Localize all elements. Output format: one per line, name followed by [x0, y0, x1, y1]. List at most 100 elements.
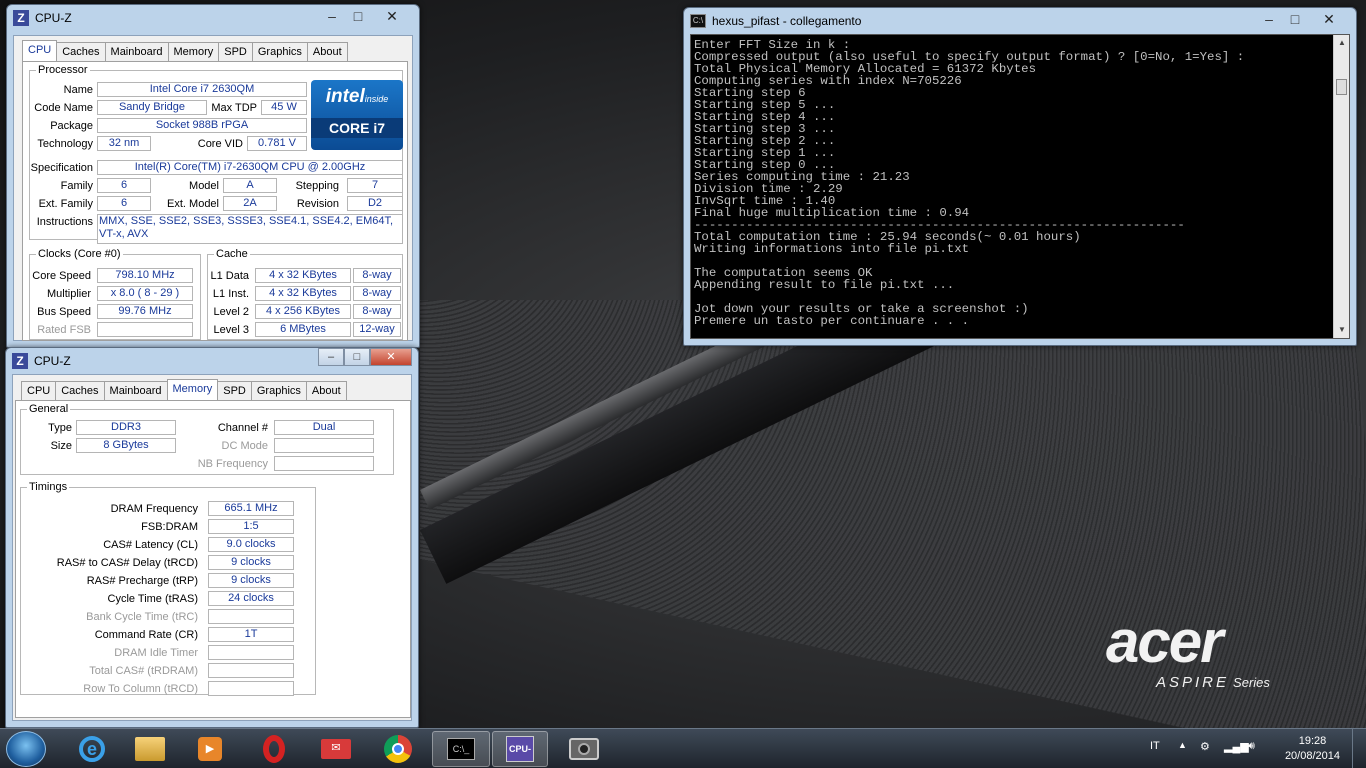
- minimize-button[interactable]: –: [318, 348, 344, 366]
- minimize-button[interactable]: –: [1256, 10, 1282, 28]
- media-player-icon[interactable]: ▶: [182, 731, 238, 767]
- language-indicator[interactable]: IT: [1150, 740, 1160, 752]
- l1inst-value: 4 x 32 KBytes: [255, 286, 351, 301]
- window-title: hexus_pifast - collegamento: [712, 14, 862, 28]
- minimize-button[interactable]: –: [319, 7, 345, 25]
- clock-date: 20/08/2014: [1284, 750, 1340, 762]
- stepping-label: Stepping: [295, 180, 339, 192]
- corevid-value: 0.781 V: [247, 136, 307, 151]
- chrome-icon[interactable]: [370, 731, 426, 767]
- cmd-taskbar-button[interactable]: C:\_: [432, 731, 490, 767]
- explorer-icon[interactable]: [122, 731, 178, 767]
- timing-label: DRAM Idle Timer: [114, 647, 198, 659]
- cpuz-taskbar-button[interactable]: CPU-Z: [492, 731, 548, 767]
- corespeed-value: 798.10 MHz: [97, 268, 193, 283]
- maxtdp-label: Max TDP: [211, 102, 257, 114]
- tab-cpu[interactable]: CPU: [21, 381, 57, 401]
- timing-label: Command Rate (CR): [94, 629, 198, 641]
- clock[interactable]: 19:28 20/08/2014: [1285, 734, 1340, 764]
- codename-value: Sandy Bridge: [97, 100, 207, 115]
- maximize-button[interactable]: □: [1282, 10, 1308, 28]
- l1data-assoc: 8-way: [353, 268, 401, 283]
- nbfreq-value: [274, 456, 374, 471]
- close-button[interactable]: ✕: [371, 7, 413, 25]
- scroll-down-icon[interactable]: ▼: [1334, 322, 1350, 338]
- console-window: C:\ hexus_pifast - collegamento – □ ✕ En…: [683, 7, 1357, 346]
- tab-about[interactable]: About: [306, 42, 348, 62]
- clock-time: 19:28: [1298, 735, 1327, 747]
- timing-label: DRAM Frequency: [110, 503, 198, 515]
- timing-value: 24 clocks: [208, 591, 294, 606]
- network-signal-icon[interactable]: ▂▄▆: [1224, 740, 1249, 753]
- model-label: Model: [189, 180, 219, 192]
- l1inst-assoc: 8-way: [353, 286, 401, 301]
- maximize-button[interactable]: □: [344, 348, 370, 366]
- tab-cpu[interactable]: CPU: [22, 40, 58, 62]
- scroll-thumb[interactable]: [1336, 79, 1347, 95]
- acer-logo: acer ASPIRE Series: [1106, 608, 1270, 692]
- extfamily-value: 6: [97, 196, 151, 211]
- close-button[interactable]: ✕: [1308, 10, 1350, 28]
- channel-label: Channel #: [217, 422, 268, 434]
- size-label: Size: [50, 440, 72, 452]
- camera-icon[interactable]: [556, 731, 612, 767]
- l1inst-label: L1 Inst.: [212, 288, 249, 300]
- tab-caches[interactable]: Caches: [55, 381, 105, 401]
- maxtdp-value: 45 W: [261, 100, 307, 115]
- volume-icon[interactable]: 🔊︎: [1248, 740, 1255, 753]
- nbfreq-label: NB Frequency: [197, 458, 268, 470]
- mail-icon[interactable]: ✉: [308, 731, 364, 767]
- tab-spd[interactable]: SPD: [218, 42, 253, 62]
- cpuz-icon: Z: [12, 353, 28, 369]
- timing-label: Cycle Time (tRAS): [107, 593, 198, 605]
- level2-assoc: 8-way: [353, 304, 401, 319]
- corevid-label: Core VID: [197, 138, 243, 150]
- type-value: DDR3: [76, 420, 176, 435]
- timing-label: FSB:DRAM: [141, 521, 198, 533]
- stepping-value: 7: [347, 178, 403, 193]
- intel-core-i7-logo: intelinside CORE i7: [311, 80, 403, 150]
- device-tray-icon[interactable]: ⚙: [1200, 740, 1210, 753]
- busspeed-label: Bus Speed: [37, 306, 91, 318]
- cpuz-cpu-window: Z CPU-Z – □ ✕ CPU Caches Mainboard Memor…: [6, 4, 420, 348]
- show-hidden-icons-icon[interactable]: ▲: [1178, 740, 1187, 750]
- tab-caches[interactable]: Caches: [56, 42, 106, 62]
- extmodel-value: 2A: [223, 196, 277, 211]
- maximize-button[interactable]: □: [345, 7, 371, 25]
- level3-assoc: 12-way: [353, 322, 401, 337]
- tab-graphics[interactable]: Graphics: [251, 42, 308, 62]
- family-label: Family: [60, 180, 93, 192]
- level2-value: 4 x 256 KBytes: [255, 304, 351, 319]
- timing-value: [208, 609, 294, 624]
- tab-mainboard[interactable]: Mainboard: [104, 42, 169, 62]
- vertical-scrollbar[interactable]: ▲ ▼: [1333, 35, 1349, 338]
- instructions-value: MMX, SSE, SSE2, SSE3, SSSE3, SSE4.1, SSE…: [97, 214, 403, 244]
- internet-explorer-icon[interactable]: e: [64, 731, 120, 767]
- scroll-up-icon[interactable]: ▲: [1334, 35, 1350, 51]
- tab-mainboard[interactable]: Mainboard: [103, 381, 168, 401]
- timing-value: 9 clocks: [208, 573, 294, 588]
- opera-icon[interactable]: [246, 731, 302, 767]
- start-button[interactable]: [6, 731, 46, 767]
- l1data-label: L1 Data: [210, 270, 249, 282]
- show-desktop-button[interactable]: [1352, 729, 1366, 768]
- dcmode-label: DC Mode: [221, 440, 268, 452]
- window-title: CPU-Z: [35, 11, 72, 25]
- tab-memory[interactable]: Memory: [166, 379, 219, 401]
- tab-spd[interactable]: SPD: [217, 381, 252, 401]
- timing-value: 9 clocks: [208, 555, 294, 570]
- cpuz-icon: Z: [13, 10, 29, 26]
- extfamily-label: Ext. Family: [38, 198, 93, 210]
- timing-value: 1T: [208, 627, 294, 642]
- close-button[interactable]: ✕: [370, 348, 412, 366]
- timing-label: Bank Cycle Time (tRC): [86, 611, 198, 623]
- multiplier-value: x 8.0 ( 8 - 29 ): [97, 286, 193, 301]
- tab-about[interactable]: About: [305, 381, 347, 401]
- console-output[interactable]: Enter FFT Size in k : Compressed output (…: [690, 34, 1350, 339]
- cpuz-memory-window: Z CPU-Z – □ ✕ CPU Caches Mainboard Memor…: [5, 347, 419, 728]
- tab-memory[interactable]: Memory: [167, 42, 220, 62]
- level2-label: Level 2: [213, 306, 249, 318]
- l1data-value: 4 x 32 KBytes: [255, 268, 351, 283]
- timing-value: 665.1 MHz: [208, 501, 294, 516]
- tab-graphics[interactable]: Graphics: [250, 381, 307, 401]
